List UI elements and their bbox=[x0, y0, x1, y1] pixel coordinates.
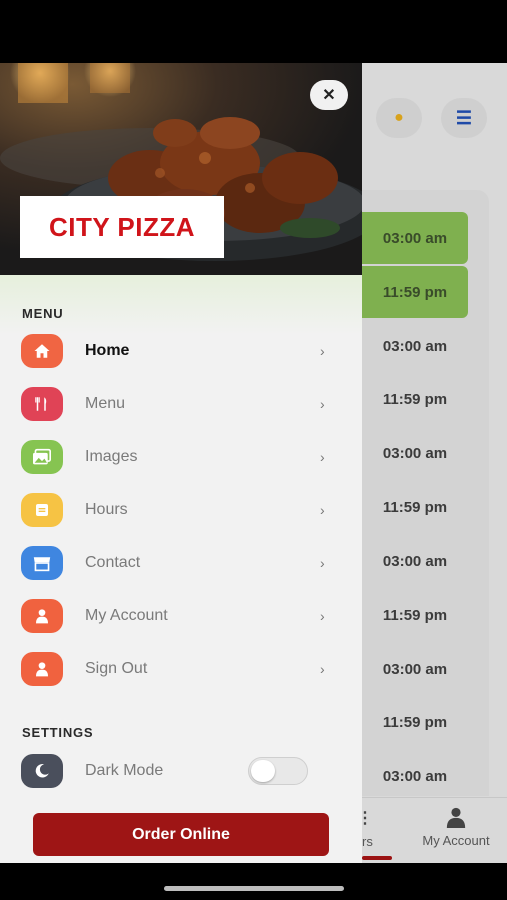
chevron-right-icon: › bbox=[320, 661, 325, 677]
drawer-item-home[interactable]: Home › bbox=[0, 326, 362, 376]
drawer-item-hours[interactable]: Hours › bbox=[0, 485, 362, 535]
drawer-item-menu[interactable]: Menu › bbox=[0, 379, 362, 429]
toggle-knob bbox=[251, 760, 275, 782]
drawer-item-sign-out[interactable]: Sign Out › bbox=[0, 644, 362, 694]
settings-section-label: SETTINGS bbox=[22, 725, 94, 740]
drawer-item-my-account[interactable]: My Account › bbox=[0, 591, 362, 641]
drawer-item-contact[interactable]: Contact › bbox=[0, 538, 362, 588]
chevron-right-icon: › bbox=[320, 449, 325, 465]
hours-time-row: 11:59 pm bbox=[382, 713, 448, 731]
hamburger-menu-icon[interactable]: ☰ bbox=[441, 98, 487, 138]
hours-time-row: 11:59 pm bbox=[362, 266, 468, 318]
hours-time-row: 03:00 am bbox=[362, 212, 468, 264]
drawer-item-label: My Account bbox=[85, 607, 168, 624]
drawer-item-label: Menu bbox=[85, 395, 126, 412]
utensils-icon bbox=[21, 387, 63, 421]
dark-mode-toggle[interactable] bbox=[248, 757, 308, 785]
hours-time-row: 03:00 am bbox=[382, 444, 448, 462]
hours-time-row: 03:00 am bbox=[382, 552, 448, 570]
brand-logo: CITY PIZZA bbox=[20, 196, 224, 258]
images-icon bbox=[21, 440, 63, 474]
clock-icon bbox=[21, 493, 63, 527]
navigation-drawer: CITY PIZZA ✕ MENU Home › Menu › Images › Hours… bbox=[0, 63, 362, 863]
drawer-item-label: Hours bbox=[85, 501, 128, 518]
lightbulb-icon[interactable]: ● bbox=[376, 98, 422, 138]
moon-icon bbox=[21, 754, 63, 788]
dark-mode-label: Dark Mode bbox=[85, 762, 164, 779]
order-online-button[interactable]: Order Online bbox=[33, 813, 329, 856]
drawer-item-label: Sign Out bbox=[85, 660, 148, 677]
dark-mode-setting: Dark Mode bbox=[0, 746, 362, 796]
hours-time-row: 11:59 pm bbox=[382, 606, 448, 624]
app-screen: ● ☰ 03:00 am 11:59 pm 03:00 am 11:59 pm 03:0… bbox=[0, 0, 507, 900]
chevron-right-icon: › bbox=[320, 343, 325, 359]
tab-hours-label[interactable]: rs bbox=[362, 834, 373, 849]
user-icon bbox=[21, 652, 63, 686]
chevron-right-icon: › bbox=[320, 555, 325, 571]
home-icon bbox=[21, 334, 63, 368]
hours-time-row: 03:00 am bbox=[382, 660, 448, 678]
chevron-right-icon: › bbox=[320, 608, 325, 624]
drawer-item-label: Home bbox=[85, 342, 130, 359]
drawer-item-label: Images bbox=[85, 448, 138, 465]
hours-time-row: 03:00 am bbox=[382, 337, 448, 355]
store-icon bbox=[21, 546, 63, 580]
hours-time-row: 11:59 pm bbox=[382, 390, 448, 408]
active-tab-indicator bbox=[362, 856, 392, 860]
chevron-right-icon: › bbox=[320, 502, 325, 518]
tab-my-account[interactable]: My Account bbox=[410, 806, 502, 850]
home-indicator bbox=[164, 886, 344, 891]
drawer-item-label: Contact bbox=[85, 554, 141, 571]
user-icon bbox=[446, 807, 466, 828]
hours-time-row: 11:59 pm bbox=[382, 498, 448, 516]
close-icon[interactable]: ✕ bbox=[310, 80, 348, 110]
menu-section-label: MENU bbox=[22, 306, 64, 321]
chevron-right-icon: › bbox=[320, 396, 325, 412]
user-icon bbox=[21, 599, 63, 633]
hours-time-row: 03:00 am bbox=[382, 767, 448, 785]
tab-my-account-label: My Account bbox=[422, 833, 490, 848]
drawer-item-images[interactable]: Images › bbox=[0, 432, 362, 482]
brand-logo-text: CITY PIZZA bbox=[48, 211, 196, 242]
